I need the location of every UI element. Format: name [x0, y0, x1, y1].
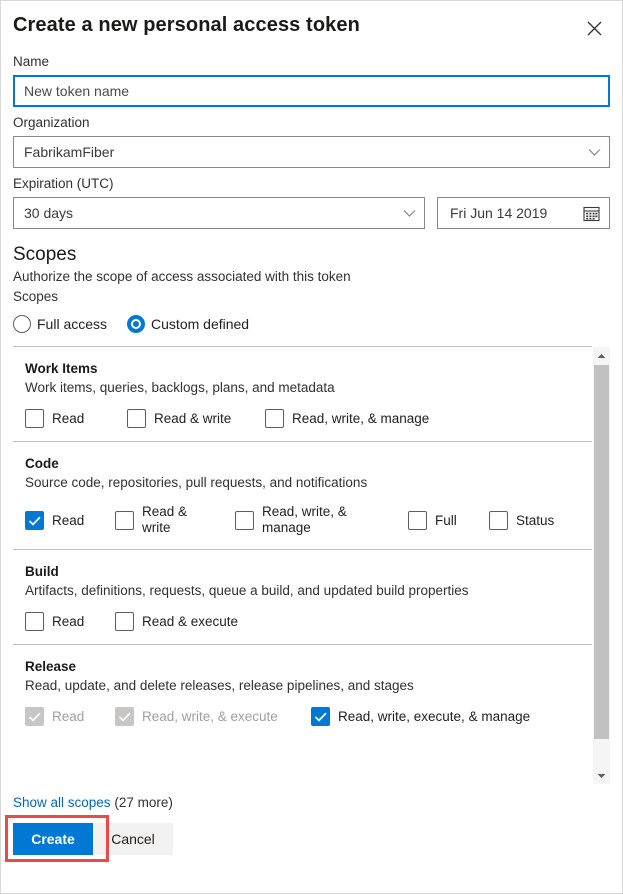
checkbox-box[interactable] — [489, 510, 508, 530]
scope-checkbox-row: Read Read & write Read, write, & manage — [25, 409, 592, 428]
radio-full-access[interactable] — [13, 315, 31, 333]
scopes-radio-group: Full access Custom defined — [13, 311, 610, 337]
scopes-list: Work Items Work items, queries, backlogs… — [13, 346, 592, 784]
checkbox-box[interactable] — [115, 612, 134, 631]
scopes-heading: Scopes — [13, 244, 77, 265]
show-all-scopes: Show all scopes (27 more) — [13, 794, 610, 812]
create-button[interactable]: Create — [13, 823, 93, 855]
scope-group-release: Release Read, update, and delete release… — [13, 644, 592, 739]
checkbox-release-read-write-execute: Read, write, & execute — [115, 707, 311, 726]
checkbox-label: Read, write, execute, & manage — [338, 709, 531, 724]
scope-group-description: Read, update, and delete releases, relea… — [25, 678, 414, 693]
scope-group-title: Code — [25, 456, 59, 471]
checkbox-build-read[interactable]: Read — [25, 612, 115, 631]
cancel-button[interactable]: Cancel — [93, 823, 173, 855]
show-all-scopes-count: (27 more) — [114, 795, 173, 810]
checkbox-release-read-write-execute-manage[interactable]: Read, write, execute, & manage — [311, 707, 530, 726]
checkbox-box[interactable] — [25, 612, 44, 631]
expiration-duration-value: 30 days — [24, 205, 74, 221]
checkbox-box[interactable] — [408, 510, 427, 530]
checkbox-label: Full — [435, 512, 457, 528]
checkbox-box[interactable] — [25, 510, 44, 530]
dialog-footer: Create Cancel — [5, 815, 610, 862]
scope-group-title: Release — [25, 659, 77, 674]
expiration-date-value: Fri Jun 14 2019 — [450, 205, 548, 221]
checkbox-work-items-read[interactable]: Read — [25, 409, 127, 428]
checkbox-box — [115, 707, 134, 726]
checkbox-code-read[interactable]: Read — [25, 510, 115, 530]
dialog-header: Create a new personal access token — [13, 1, 610, 53]
checkbox-box[interactable] — [115, 510, 134, 530]
scope-group-title: Work Items — [25, 361, 98, 376]
close-icon[interactable] — [579, 13, 609, 43]
name-label: Name — [13, 54, 50, 69]
page-title: Create a new personal access token — [13, 14, 360, 36]
checkbox-label: Read — [52, 411, 85, 426]
checkbox-box — [25, 707, 44, 726]
checkbox-label: Status — [516, 512, 555, 528]
scrollbar-thumb[interactable] — [594, 365, 609, 739]
calendar-icon[interactable] — [583, 205, 600, 222]
checkbox-label: Read — [52, 709, 85, 724]
checkbox-label: Read & write — [154, 411, 232, 426]
scope-group-build: Build Artifacts, definitions, requests, … — [13, 549, 592, 644]
checkbox-box[interactable] — [127, 409, 146, 428]
checkbox-label: Read, write, & execute — [142, 709, 278, 724]
checkbox-label: Read, write, & manage — [262, 504, 347, 535]
chevron-down-icon — [403, 209, 416, 218]
scope-group-work-items: Work Items Work items, queries, backlogs… — [13, 346, 592, 441]
scopes-subtitle: Authorize the scope of access associated… — [13, 269, 351, 284]
checkbox-label: Read & execute — [142, 614, 239, 629]
radio-custom-defined-label[interactable]: Custom defined — [151, 316, 249, 332]
scopes-group-label: Scopes — [13, 289, 59, 304]
checkbox-code-status[interactable]: Status — [489, 510, 555, 530]
expiration-label: Expiration (UTC) — [13, 176, 114, 191]
checkbox-build-read-execute[interactable]: Read & execute — [115, 612, 238, 631]
scopes-scrollbar[interactable] — [593, 347, 610, 784]
scope-checkbox-row: Read Read & write Read, write, & manage … — [25, 504, 592, 536]
checkbox-box[interactable] — [25, 409, 44, 428]
checkbox-box[interactable] — [311, 707, 330, 726]
scope-group-description: Work items, queries, backlogs, plans, an… — [25, 380, 335, 395]
radio-custom-defined[interactable] — [127, 315, 146, 333]
organization-select[interactable]: FabrikamFiber — [13, 136, 610, 168]
scope-group-title: Build — [25, 564, 59, 579]
expiration-date-input[interactable]: Fri Jun 14 2019 — [437, 197, 610, 229]
checkbox-box[interactable] — [235, 510, 254, 530]
checkbox-box[interactable] — [265, 409, 284, 428]
scope-group-code: Code Source code, repositories, pull req… — [13, 441, 592, 549]
checkbox-label: Read — [52, 512, 85, 528]
expiration-duration-select[interactable]: 30 days — [13, 197, 425, 229]
scope-group-description: Artifacts, definitions, requests, queue … — [25, 583, 469, 598]
radio-full-access-label[interactable]: Full access — [37, 316, 107, 332]
checkbox-code-full[interactable]: Full — [408, 510, 489, 530]
checkbox-code-read-write-manage[interactable]: Read, write, & manage — [235, 504, 408, 536]
scroll-down-arrow-icon[interactable] — [593, 767, 610, 784]
organization-label: Organization — [13, 115, 90, 130]
checkbox-label: Read & write — [142, 504, 188, 535]
name-input-value: New token name — [24, 83, 130, 99]
scroll-up-arrow-icon[interactable] — [593, 347, 610, 364]
checkbox-code-read-write[interactable]: Read & write — [115, 504, 235, 536]
checkbox-work-items-read-write[interactable]: Read & write — [127, 409, 265, 428]
organization-select-value: FabrikamFiber — [24, 144, 115, 160]
scopes-scroll-region: Work Items Work items, queries, backlogs… — [13, 346, 610, 784]
chevron-down-icon — [588, 148, 601, 157]
name-input[interactable]: New token name — [13, 75, 610, 107]
checkbox-work-items-read-write-manage[interactable]: Read, write, & manage — [265, 409, 429, 428]
scope-checkbox-row: Read Read, write, & execute Read, write,… — [25, 707, 592, 726]
create-pat-dialog: Create a new personal access token Name … — [0, 0, 623, 894]
checkbox-label: Read — [52, 614, 85, 629]
expiration-row: 30 days Fri Jun 14 2019 — [13, 197, 610, 229]
checkbox-release-read: Read — [25, 707, 115, 726]
scope-group-description: Source code, repositories, pull requests… — [25, 475, 368, 490]
show-all-scopes-link[interactable]: Show all scopes — [13, 795, 111, 810]
checkbox-label: Read, write, & manage — [292, 411, 430, 426]
scope-checkbox-row: Read Read & execute — [25, 612, 592, 631]
